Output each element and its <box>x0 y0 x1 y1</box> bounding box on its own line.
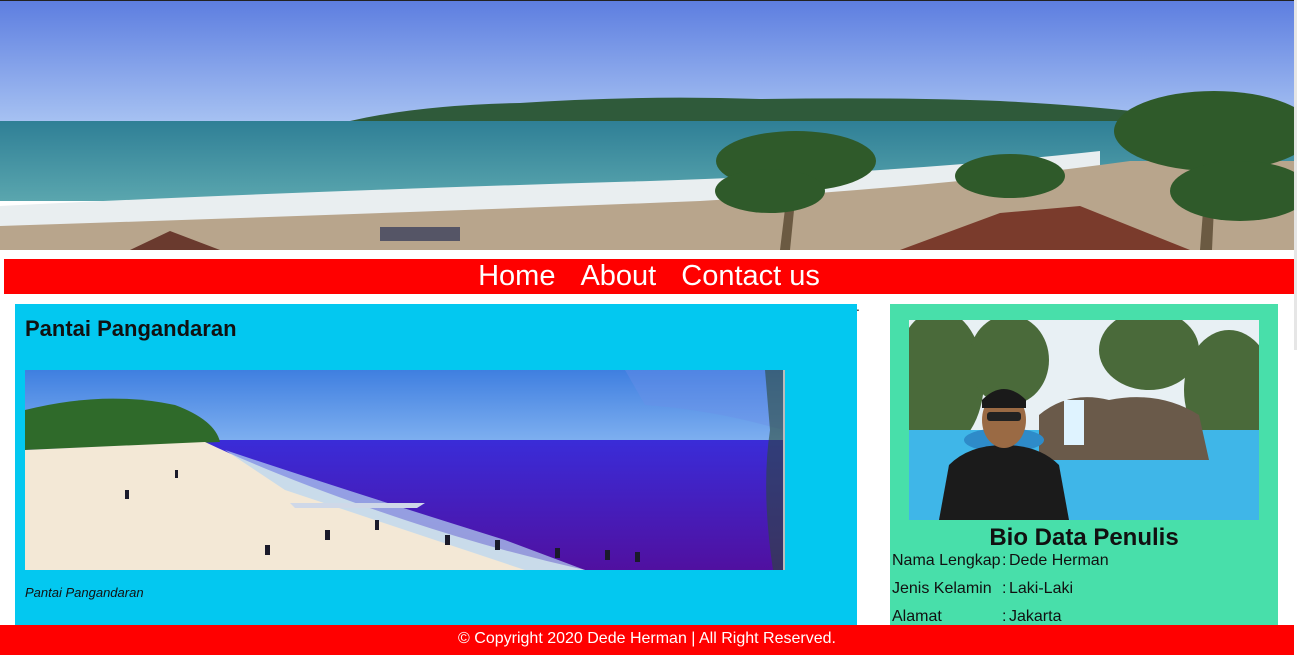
bio-separator: : <box>1002 580 1007 597</box>
main-nav: Home About Contact us <box>4 259 1294 294</box>
copyright-text: © Copyright 2020 Dede Herman | All Right… <box>458 630 836 647</box>
sidebar-panel: Bio Data Penulis Nama Lengkap : Dede Her… <box>890 304 1278 626</box>
nav-home[interactable]: Home <box>478 259 555 294</box>
bio-value: Laki-Laki <box>1009 580 1074 597</box>
nav-contact[interactable]: Contact us <box>681 259 820 294</box>
article-title: Pantai Pangandaran <box>25 316 237 341</box>
bio-table: Nama Lengkap : Dede Herman Jenis Kelamin… <box>892 552 1109 626</box>
bio-separator: : <box>1002 552 1007 569</box>
bio-separator: : <box>1002 608 1007 625</box>
bio-value: Jakarta <box>1009 608 1062 625</box>
nav-about[interactable]: About <box>580 259 656 294</box>
bio-row-name: Nama Lengkap : Dede Herman <box>892 552 1109 580</box>
bio-label: Alamat <box>892 608 942 625</box>
bio-row-address: Alamat : Jakarta <box>892 608 1109 626</box>
header-banner-image <box>0 1 1294 250</box>
sidebar-title: Bio Data Penulis <box>989 524 1179 551</box>
beach-photo <box>25 370 785 570</box>
author-photo <box>909 320 1259 520</box>
bio-label: Jenis Kelamin <box>892 580 992 597</box>
article-caption: Pantai Pangandaran <box>25 585 144 600</box>
bio-value: Dede Herman <box>1009 552 1109 569</box>
footer: © Copyright 2020 Dede Herman | All Right… <box>0 625 1294 655</box>
bio-row-gender: Jenis Kelamin : Laki-Laki <box>892 580 1109 608</box>
article-panel: Pantai Pangandaran Pantai Pangandaran <box>15 304 857 626</box>
bio-label: Nama Lengkap <box>892 552 1001 569</box>
